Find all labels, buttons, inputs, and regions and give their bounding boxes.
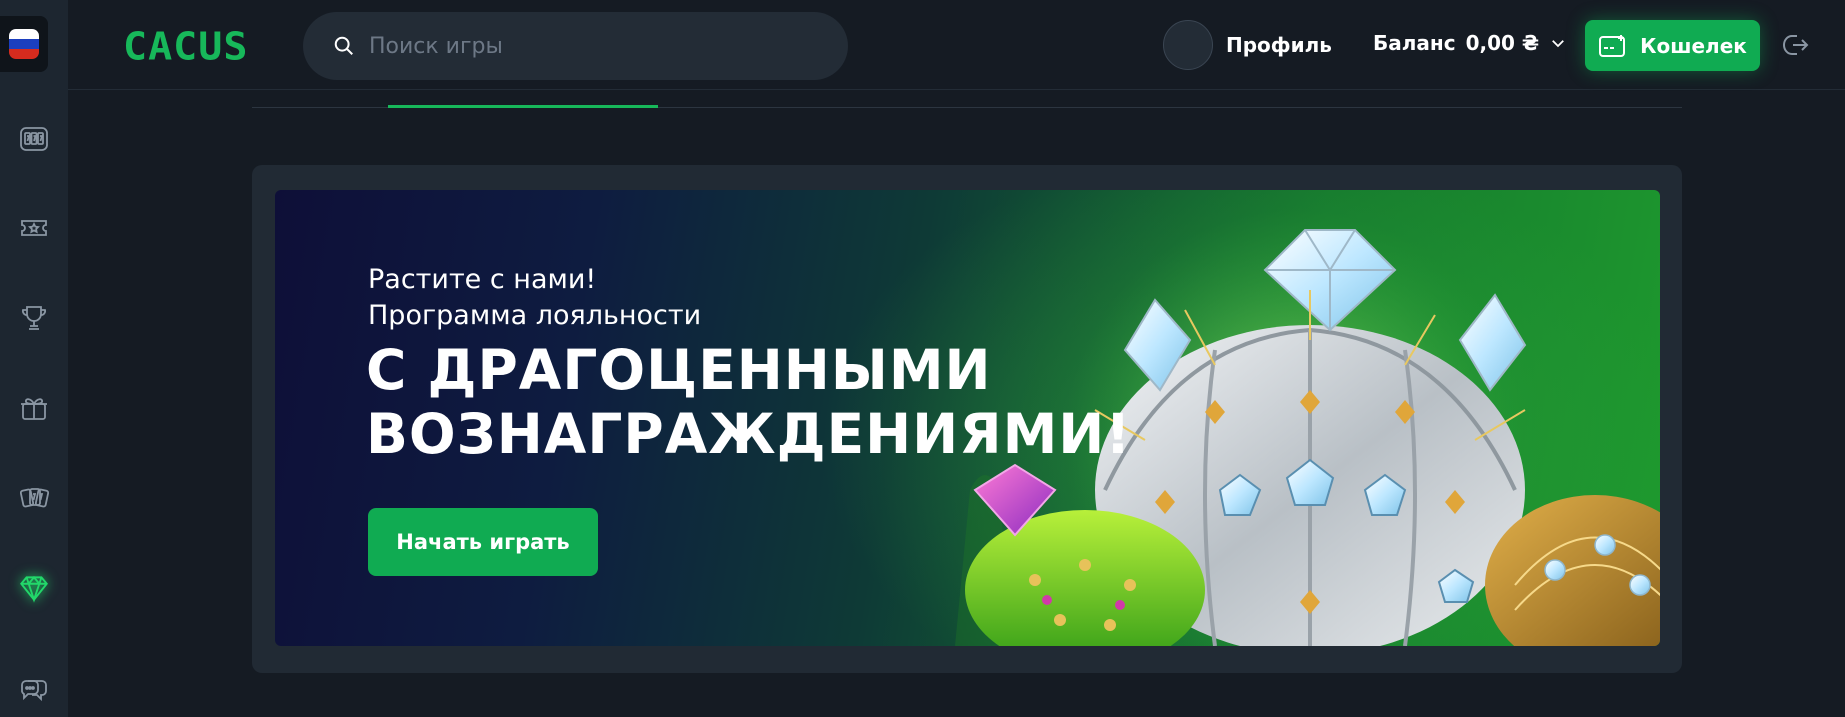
site-logo[interactable]: CACUS [123,25,248,69]
banner-title-line2: ВОЗНАГРАЖДЕНИЯМИ! [366,402,1132,466]
gift-box-icon [21,398,47,420]
banner-subtitle-line2: Программа лояльности [368,300,702,331]
sidebar-item-loyalty[interactable] [0,560,68,616]
russia-flag-icon [9,29,39,59]
active-tab-indicator [388,105,658,108]
wallet-label: Кошелек [1640,33,1747,58]
ticket-star-icon [21,220,47,236]
logout-icon[interactable] [1780,30,1810,60]
balance-dropdown[interactable]: Баланс 0,00 ₴ [1373,31,1567,55]
banner-title: С ДРАГОЦЕННЫМИ ВОЗНАГРАЖДЕНИЯМИ! [366,338,1131,466]
wallet-icon [1599,34,1626,57]
diamond-icon [20,575,48,603]
slot-machine-icon [20,127,48,151]
search-input[interactable] [367,32,807,60]
avatar[interactable] [1163,20,1213,70]
sidebar [0,0,68,717]
sidebar-item-slots[interactable] [0,110,68,166]
banner-title-line1: С ДРАГОЦЕННЫМИ [366,338,992,402]
start-playing-button[interactable]: Начать играть [368,508,598,576]
balance-value: 0,00 ₴ [1465,31,1540,55]
chat-icon [21,680,47,702]
banner-subtitle-line1: Растите с нами! [368,264,597,295]
dice-cards-icon [19,488,50,508]
sidebar-item-live-casino[interactable] [0,470,68,526]
loyalty-banner-card: Растите с нами! Программа лояльности С Д… [252,165,1682,673]
sidebar-item-tournaments[interactable] [0,290,68,346]
banner-subtitle: Растите с нами! Программа лояльности [368,262,701,334]
sidebar-item-tickets[interactable] [0,200,68,256]
top-header: CACUS Профиль Баланс 0,00 ₴ Кошелек [68,0,1845,90]
trophy-icon [22,306,46,330]
loyalty-banner: Растите с нами! Программа лояльности С Д… [275,190,1660,646]
search-icon [334,36,353,55]
wallet-button[interactable]: Кошелек [1585,20,1760,71]
search-bar[interactable] [303,12,848,80]
language-selector[interactable] [0,16,48,72]
profile-link[interactable]: Профиль [1226,33,1332,57]
chevron-down-icon [1552,40,1564,48]
balance-label: Баланс [1373,31,1456,55]
sidebar-item-support[interactable] [0,660,68,716]
sidebar-item-bonuses[interactable] [0,380,68,436]
